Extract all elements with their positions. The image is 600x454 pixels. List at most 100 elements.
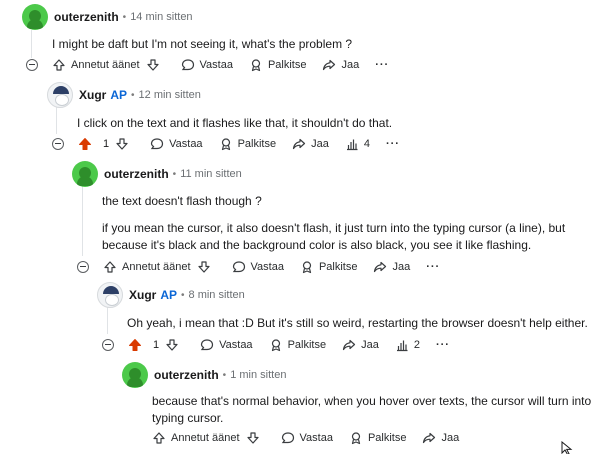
downvote-icon[interactable] <box>115 137 129 151</box>
comment-actions: Annetut äänet Vastaa Palkitse Jaa ··· <box>26 58 405 72</box>
share-button[interactable]: Jaa <box>342 338 379 352</box>
award-icon <box>300 260 314 274</box>
stats-button[interactable]: 2 <box>395 338 420 352</box>
separator-dot: • <box>131 89 135 101</box>
comment-text: if you mean the cursor, it also doesn't … <box>102 221 566 252</box>
award-label: Palkitse <box>267 59 307 71</box>
avatar[interactable] <box>47 82 73 108</box>
share-label: Jaa <box>392 261 411 273</box>
share-arrow-icon <box>342 338 356 352</box>
timestamp[interactable]: 8 min sitten <box>189 289 245 301</box>
upvote-label: Annetut äänet <box>71 59 140 71</box>
award-button[interactable]: Palkitse <box>269 338 327 352</box>
upvote-button[interactable]: Annetut äänet <box>52 58 165 72</box>
reply-button[interactable]: Vastaa <box>232 260 284 274</box>
stats-bars-icon <box>345 137 359 151</box>
stats-count: 4 <box>363 138 370 150</box>
upvote-button[interactable]: Annetut äänet <box>152 431 265 445</box>
award-label: Palkitse <box>367 432 407 444</box>
award-icon <box>269 338 283 352</box>
share-button[interactable]: Jaa <box>422 431 459 445</box>
award-icon <box>219 137 233 151</box>
avatar[interactable] <box>72 161 98 187</box>
upvote-button[interactable]: Annetut äänet <box>103 260 216 274</box>
award-icon <box>349 431 363 445</box>
comment-actions: Annetut äänet Vastaa Palkitse Jaa ··· <box>77 260 456 274</box>
downvote-icon[interactable] <box>146 58 160 72</box>
comment-text: the text doesn't flash though ? <box>102 194 262 208</box>
mouse-cursor-icon <box>561 441 573 454</box>
share-arrow-icon <box>322 58 336 72</box>
comment-actions: 1 Vastaa Palkitse Jaa 4 ··· <box>52 137 416 151</box>
reply-button[interactable]: Vastaa <box>281 431 333 445</box>
more-icon[interactable]: ··· <box>386 138 400 150</box>
comment-meta: outerzenith • 14 min sitten <box>22 4 193 30</box>
reply-bubble-icon <box>150 137 164 151</box>
comment-text: I might be daft but I'm not seeing it, w… <box>52 37 353 51</box>
share-button[interactable]: Jaa <box>292 137 329 151</box>
reply-button[interactable]: Vastaa <box>200 338 253 352</box>
separator-dot: • <box>172 168 177 180</box>
timestamp[interactable]: 1 min sitten <box>230 369 286 381</box>
share-label: Jaa <box>441 432 460 444</box>
timestamp[interactable]: 14 min sitten <box>130 11 192 23</box>
comment-text: because that's normal behavior, when you… <box>152 394 592 425</box>
reply-label: Vastaa <box>169 138 203 150</box>
comment-meta: Xugr AP • 8 min sitten <box>97 282 245 308</box>
downvote-icon[interactable] <box>197 260 211 274</box>
reply-button[interactable]: Vastaa <box>181 58 233 72</box>
timestamp[interactable]: 12 min sitten <box>139 89 201 101</box>
more-icon[interactable]: ··· <box>426 261 440 273</box>
collapse-icon[interactable] <box>77 261 89 273</box>
share-arrow-icon <box>422 431 436 445</box>
award-label: Palkitse <box>287 339 327 351</box>
more-icon[interactable]: ··· <box>436 339 450 351</box>
comment-meta: Xugr AP • 12 min sitten <box>47 82 201 108</box>
upvote-icon <box>52 58 66 72</box>
award-button[interactable]: Palkitse <box>349 431 407 445</box>
reply-button[interactable]: Vastaa <box>150 137 203 151</box>
collapse-icon[interactable] <box>102 339 114 351</box>
vote-count: 1 <box>153 339 160 351</box>
comment-text: Oh yeah, i mean that :D But it's still s… <box>127 316 588 330</box>
share-label: Jaa <box>361 339 379 351</box>
timestamp[interactable]: 11 min sitten <box>180 168 242 180</box>
upvote-label: Annetut äänet <box>171 432 240 444</box>
thread-line <box>31 30 32 58</box>
username[interactable]: outerzenith <box>154 368 219 382</box>
username[interactable]: Xugr <box>79 88 106 102</box>
stats-button[interactable]: 4 <box>345 137 370 151</box>
downvote-icon[interactable] <box>165 338 179 352</box>
award-button[interactable]: Palkitse <box>249 58 307 72</box>
thread-line <box>56 106 57 134</box>
comment-meta: outerzenith • 11 min sitten <box>72 161 242 187</box>
award-icon <box>249 58 263 72</box>
award-button[interactable]: Palkitse <box>219 137 277 151</box>
collapse-icon[interactable] <box>52 138 64 150</box>
separator-dot: • <box>122 11 127 23</box>
award-label: Palkitse <box>237 138 277 150</box>
stats-bars-icon <box>395 338 409 352</box>
username[interactable]: outerzenith <box>54 10 119 24</box>
share-button[interactable]: Jaa <box>373 260 410 274</box>
reply-bubble-icon <box>281 431 295 445</box>
username[interactable]: Xugr <box>129 288 156 302</box>
avatar[interactable] <box>97 282 123 308</box>
collapse-icon[interactable] <box>26 59 38 71</box>
award-button[interactable]: Palkitse <box>300 260 357 274</box>
avatar[interactable] <box>22 4 48 30</box>
more-icon[interactable]: ··· <box>375 59 389 71</box>
comment-meta: outerzenith • 1 min sitten <box>122 362 286 388</box>
avatar[interactable] <box>122 362 148 388</box>
upvote-icon[interactable] <box>78 137 92 151</box>
downvote-icon[interactable] <box>246 431 260 445</box>
upvote-icon[interactable] <box>128 338 142 352</box>
comment-actions: Annetut äänet Vastaa Palkitse Jaa <box>152 431 475 445</box>
vote-count: 1 <box>103 138 110 150</box>
share-arrow-icon <box>373 260 387 274</box>
reply-label: Vastaa <box>250 261 284 273</box>
vote-group: 1 <box>128 338 184 352</box>
username[interactable]: outerzenith <box>104 167 169 181</box>
op-badge: AP <box>160 288 178 302</box>
share-button[interactable]: Jaa <box>322 58 359 72</box>
